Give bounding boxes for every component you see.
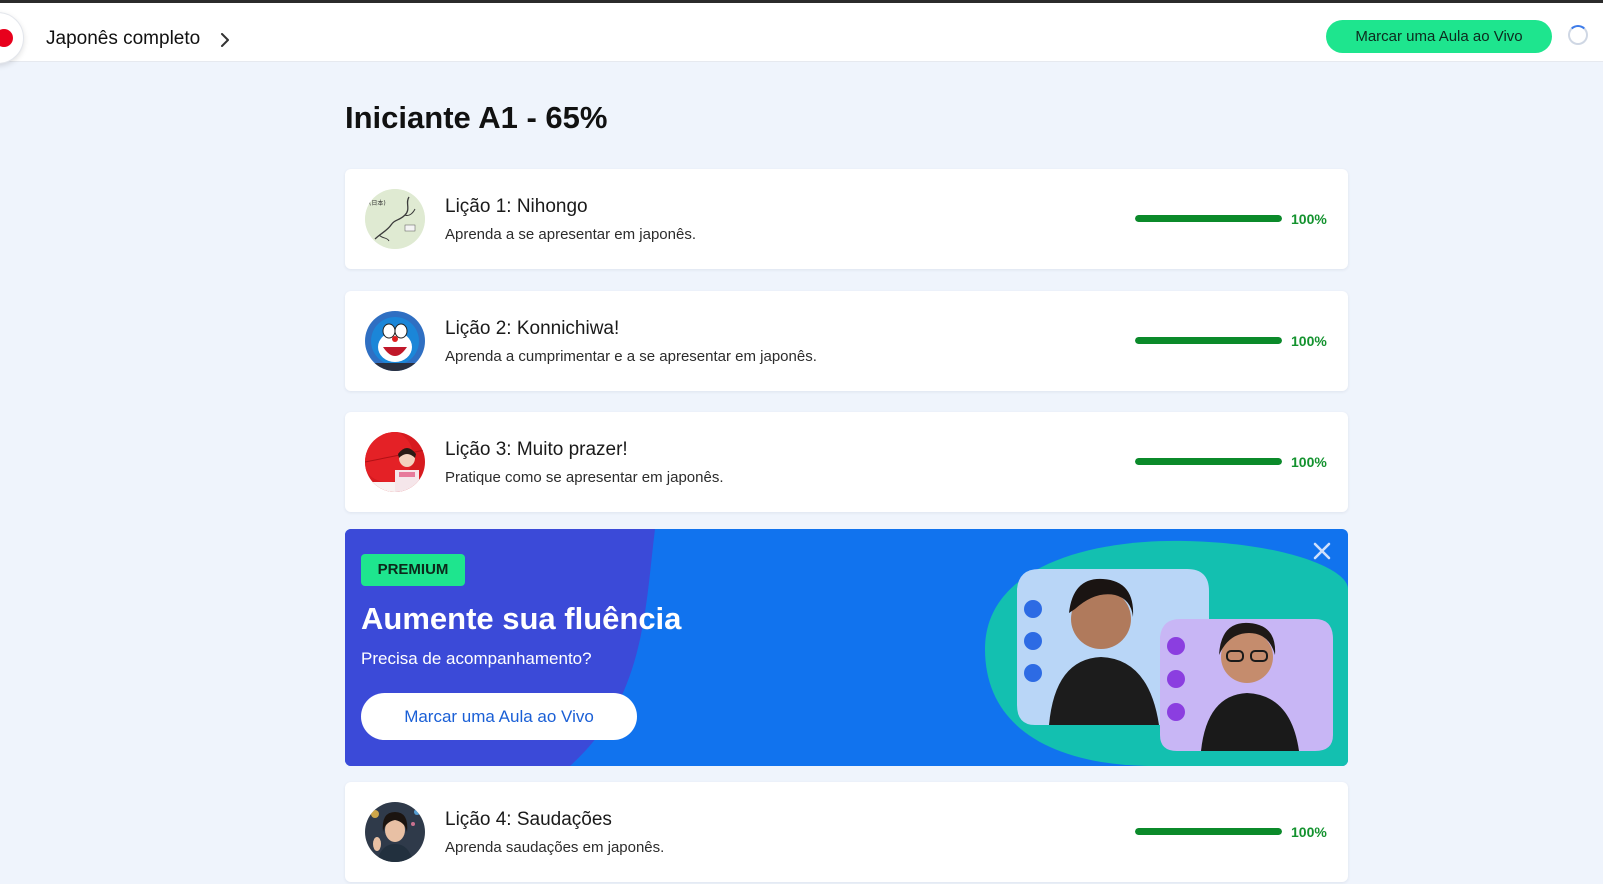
lesson-title: Lição 3: Muito prazer! [445,439,628,460]
close-icon[interactable] [1312,541,1332,561]
lesson-progress-label: 100% [1291,333,1327,349]
lesson-progress-label: 100% [1291,824,1327,840]
video-call-illustration [985,540,1348,766]
japan-flag-icon[interactable] [0,12,24,64]
lesson-progress-label: 100% [1291,211,1327,227]
course-title[interactable]: Japonês completo [46,28,200,50]
lesson-title: Lição 2: Konnichiwa! [445,318,620,339]
lesson-progress-bar [1135,828,1282,835]
lesson-description: Aprenda saudações em japonês. [445,839,665,856]
svg-text:(日本): (日本) [369,199,386,207]
progress-fill [1135,337,1282,344]
lesson-description: Aprenda a cumprimentar e a se apresentar… [445,348,817,365]
lesson-card-1[interactable]: (日本) Lição 1: Nihongo Aprenda a se apres… [345,169,1348,269]
lesson-card-2[interactable]: Lição 2: Konnichiwa! Aprenda a cumprimen… [345,291,1348,391]
lesson-title: Lição 1: Nihongo [445,196,588,217]
kimono-umbrella-thumbnail-icon [365,432,425,492]
level-name: Iniciante A1 - [345,100,546,135]
progress-fill [1135,828,1282,835]
progress-fill [1135,215,1282,222]
premium-badge: PREMIUM [361,554,465,586]
lesson-title: Lição 4: Saudações [445,809,612,830]
lesson-description: Aprenda a se apresentar em japonês. [445,226,696,243]
loading-spinner-icon [1568,25,1588,45]
lesson-progress-label: 100% [1291,454,1327,470]
lesson-card-4[interactable]: Lição 4: Saudações Aprenda saudações em … [345,782,1348,882]
premium-subtitle: Precisa de acompanhamento? [361,649,592,668]
chevron-right-icon[interactable] [218,33,232,47]
doraemon-thumbnail-icon [365,311,425,371]
lesson-progress-bar [1135,337,1282,344]
lesson-progress-bar [1135,215,1282,222]
level-progress: 65% [545,100,608,135]
premium-book-live-class-button[interactable]: Marcar uma Aula ao Vivo [361,693,637,740]
premium-title: Aumente sua fluência [361,601,682,636]
progress-fill [1135,458,1282,465]
top-header: Japonês completo Marcar uma Aula ao Vivo [0,3,1603,64]
lesson-card-3[interactable]: Lição 3: Muito prazer! Pratique como se … [345,412,1348,512]
premium-banner: PREMIUM Aumente sua fluência Precisa de … [345,529,1348,766]
lesson-description: Pratique como se apresentar em japonês. [445,469,724,486]
waving-woman-thumbnail-icon [365,802,425,862]
level-title: Iniciante A1 - 65% [345,100,607,136]
book-live-class-button[interactable]: Marcar uma Aula ao Vivo [1326,20,1552,53]
japan-map-thumbnail-icon: (日本) [365,189,425,249]
lesson-progress-bar [1135,458,1282,465]
